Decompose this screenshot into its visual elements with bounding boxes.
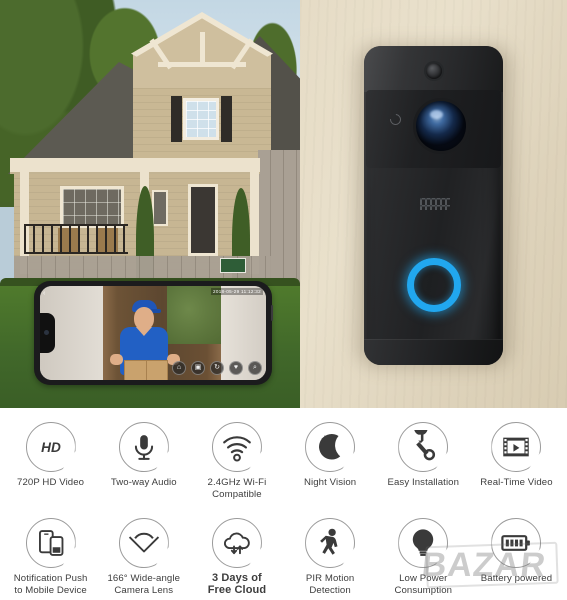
icon-ring (397, 421, 449, 473)
lightbulb-icon (406, 526, 440, 560)
doorbell-product-photo (300, 0, 567, 408)
hero-photo-band: ‹ 2018-05-29 11:12:32 ⌂ ▣ ↻ ♥ ⌕ (0, 0, 567, 408)
battery-icon (499, 526, 533, 560)
film-play-icon (499, 430, 533, 464)
icon-ring (118, 517, 170, 569)
microphone-button[interactable]: ♥ (229, 361, 243, 375)
feature-label-line1: 3 Days of Free Cloud (207, 572, 267, 596)
doorbell-app-live-view: ‹ 2018-05-29 11:12:32 ⌂ ▣ ↻ ♥ ⌕ (40, 286, 266, 380)
camera-lens-icon (415, 101, 466, 151)
house-gable-truss (149, 30, 254, 70)
feature-label: Easy Installation (387, 477, 460, 488)
feature-label: Notification Push to Mobile Device (13, 573, 88, 596)
mobile-devices-icon (34, 526, 68, 560)
feature-row-1: HD 720P HD Video Two-way Audio 2.4GHz Wi… (4, 416, 563, 512)
feature-label: 3 Days of Free Cloud (207, 572, 267, 596)
parcel-box (123, 360, 168, 380)
hangup-button[interactable]: ⌕ (248, 361, 262, 375)
porch-roof (10, 158, 260, 174)
microphone-icon (127, 430, 161, 464)
feature-row-2: Notification Push to Mobile Device 166° … (4, 512, 563, 600)
icon-ring (304, 517, 356, 569)
wrench-icon (406, 430, 440, 464)
smartphone-mockup: ‹ 2018-05-29 11:12:32 ⌂ ▣ ↻ ♥ ⌕ (34, 281, 273, 385)
doorbell-body (364, 46, 503, 365)
feature-free-cloud: 3 Days of Free Cloud (190, 512, 283, 600)
pir-sensor-icon (425, 63, 442, 79)
svg-text:HD: HD (41, 440, 61, 455)
doorbell-ring-button[interactable] (406, 258, 461, 312)
feature-battery-powered: Battery powered (470, 512, 563, 600)
speaker-grille (419, 198, 450, 210)
window-shutter-left (171, 96, 182, 142)
feature-grid: HD 720P HD Video Two-way Audio 2.4GHz Wi… (0, 408, 567, 600)
product-listing-image: ‹ 2018-05-29 11:12:32 ⌂ ▣ ↻ ♥ ⌕ HD 720P … (0, 0, 567, 600)
walking-person-icon (313, 526, 347, 560)
icon-ring (397, 517, 449, 569)
front-door (188, 184, 218, 256)
icon-ring (490, 517, 542, 569)
feature-easy-installation: Easy Installation (377, 416, 470, 512)
feature-label: Low Power Consumption (394, 573, 453, 596)
feature-label: 2.4GHz Wi-Fi Compatible (207, 477, 267, 500)
wide-angle-icon (127, 526, 161, 560)
side-window (152, 190, 168, 226)
hd-icon: HD (34, 430, 68, 464)
video-timestamp: 2018-05-29 11:12:32 (210, 288, 263, 295)
cloud-sync-icon (220, 526, 254, 560)
feature-two-way-audio: Two-way Audio (97, 416, 190, 512)
feature-label: Two-way Audio (110, 477, 177, 488)
upper-window (183, 98, 219, 140)
feature-label: Night Vision (303, 477, 357, 488)
porch-window (60, 186, 124, 228)
phone-screen-frame: ‹ 2018-05-29 11:12:32 ⌂ ▣ ↻ ♥ ⌕ (40, 286, 266, 380)
moon-star-icon (313, 430, 347, 464)
feature-label: 166° Wide-angle Camera Lens (107, 573, 181, 596)
feature-real-time-video: Real-Time Video (470, 416, 563, 512)
feature-wifi: 2.4GHz Wi-Fi Compatible (190, 416, 283, 512)
icon-ring (211, 421, 263, 473)
video-control-bar[interactable]: ⌂ ▣ ↻ ♥ ⌕ (172, 361, 262, 375)
yard-sign (220, 258, 246, 273)
feature-wide-angle-lens: 166° Wide-angle Camera Lens (97, 512, 190, 600)
snapshot-button[interactable]: ▣ (191, 361, 205, 375)
feature-night-vision: Night Vision (284, 416, 377, 512)
icon-ring (118, 421, 170, 473)
feature-hd-video: HD 720P HD Video (4, 416, 97, 512)
porch-railing (24, 224, 128, 254)
doorbell-bottom-cap (364, 339, 503, 365)
hand-left (109, 354, 123, 365)
feature-notification-push: Notification Push to Mobile Device (4, 512, 97, 600)
icon-ring (304, 421, 356, 473)
feature-pir-motion-detection: PIR Motion Detection (284, 512, 377, 600)
feature-label: Battery powered (480, 573, 553, 584)
delivery-person (109, 294, 180, 380)
phone-side-button (271, 305, 273, 321)
icon-ring (490, 421, 542, 473)
icon-ring (211, 517, 263, 569)
front-camera-icon (44, 330, 49, 335)
icon-ring: HD (25, 421, 77, 473)
back-chevron-icon[interactable]: ‹ (43, 290, 45, 297)
feature-label: 720P HD Video (17, 477, 85, 488)
wifi-icon (220, 430, 254, 464)
feature-low-power: Low Power Consumption (377, 512, 470, 600)
feature-label: Real-Time Video (480, 477, 553, 488)
house-scene-photo: ‹ 2018-05-29 11:12:32 ⌂ ▣ ↻ ♥ ⌕ (0, 0, 300, 408)
unlock-button[interactable]: ⌂ (172, 361, 186, 375)
record-button[interactable]: ↻ (210, 361, 224, 375)
window-shutter-right (221, 96, 232, 142)
phone-notch (40, 313, 55, 353)
icon-ring (25, 517, 77, 569)
feature-label: PIR Motion Detection (305, 573, 355, 596)
